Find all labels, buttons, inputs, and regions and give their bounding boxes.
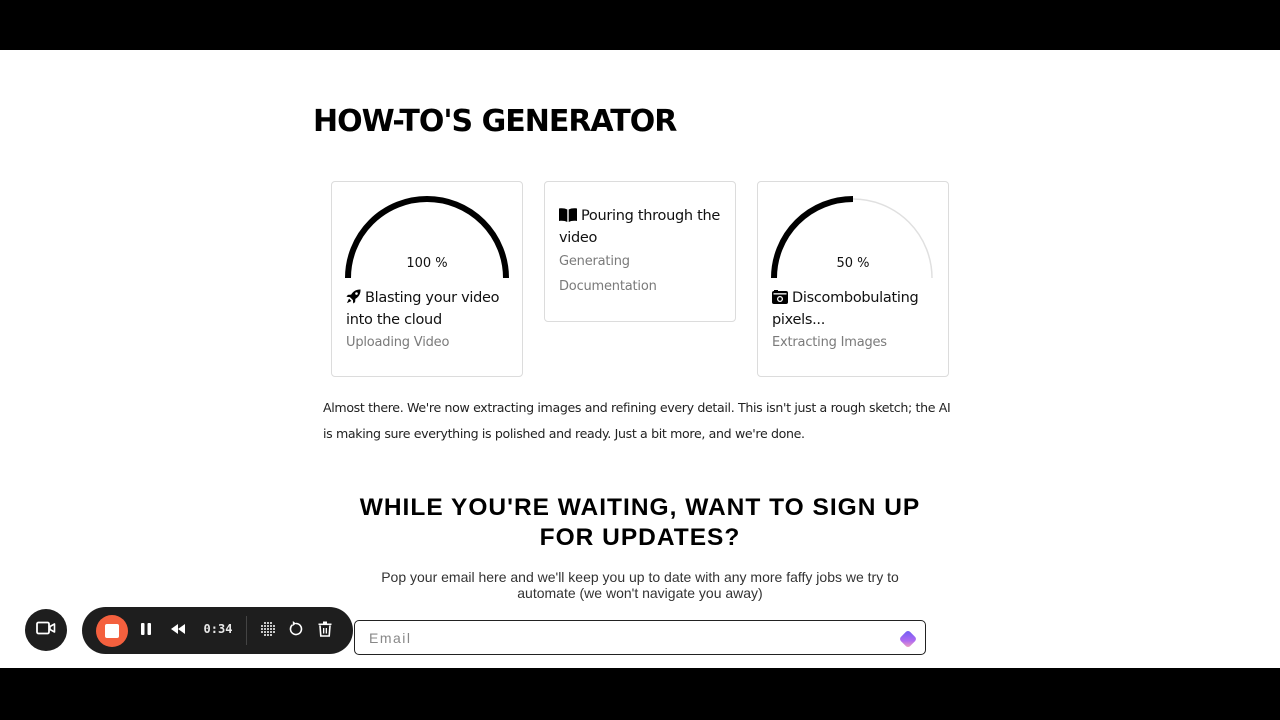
email-field[interactable] — [354, 620, 926, 655]
step-card-upload: 100 % Blasting your video into the cloud… — [331, 181, 523, 377]
progress-percent: 50 % — [836, 256, 870, 271]
book-open-icon — [559, 208, 577, 228]
letterbox-top — [0, 0, 1280, 50]
rewind-icon — [170, 622, 186, 640]
stop-icon — [105, 624, 119, 638]
dots-grid-icon — [260, 621, 276, 642]
step-card-generate: Pouring through the video Generating Doc… — [544, 181, 736, 322]
step-subtitle: Uploading Video — [346, 335, 450, 350]
toolbar-divider — [246, 616, 247, 645]
step-title-text: Pouring through the video — [559, 208, 720, 246]
camera-retro-icon — [772, 290, 788, 310]
step-title: Pouring through the video — [559, 206, 731, 248]
letterbox-bottom — [0, 668, 1280, 720]
status-message: Almost there. We're now extracting image… — [323, 400, 951, 441]
rocket-icon — [346, 289, 361, 310]
restart-icon — [288, 620, 304, 642]
progress-gauge: 100 % — [342, 192, 512, 282]
stop-recording-button[interactable] — [96, 615, 128, 647]
step-title: Blasting your video into the cloud — [346, 288, 518, 330]
progress-percent: 100 % — [406, 256, 448, 271]
pause-button[interactable] — [136, 621, 156, 641]
recorder-toolbar: 0:34 — [82, 607, 353, 654]
email-input[interactable] — [355, 621, 885, 654]
rewind-button[interactable] — [168, 621, 188, 641]
restart-button[interactable] — [286, 620, 306, 642]
page-content: HOW-TO'S GENERATOR 100 % Blasting your v… — [0, 50, 1280, 668]
step-subtitle: Generating Documentation — [559, 254, 657, 294]
page-title: HOW-TO'S GENERATOR — [313, 104, 677, 139]
pause-icon — [140, 622, 152, 641]
signup-description: Pop your email here and we'll keep you u… — [381, 569, 899, 601]
video-camera-icon — [36, 621, 56, 640]
camera-toggle-button[interactable] — [25, 609, 67, 651]
progress-gauge: 50 % — [768, 192, 938, 282]
step-title: Discombobulating pixels... — [772, 288, 944, 330]
step-subtitle: Extracting Images — [772, 335, 887, 350]
step-title-text: Blasting your video into the cloud — [346, 290, 500, 328]
step-card-extract: 50 % Discombobulating pixels... Extracti… — [757, 181, 949, 377]
drag-handle[interactable] — [258, 621, 278, 641]
elapsed-time: 0:34 — [203, 622, 233, 636]
step-title-text: Discombobulating pixels... — [772, 290, 919, 328]
autofill-extension-icon[interactable] — [897, 628, 919, 650]
signup-heading: WHILE YOU'RE WAITING, WANT TO SIGN UP FO… — [359, 494, 921, 551]
trash-icon — [318, 621, 332, 642]
delete-recording-button[interactable] — [315, 621, 335, 641]
